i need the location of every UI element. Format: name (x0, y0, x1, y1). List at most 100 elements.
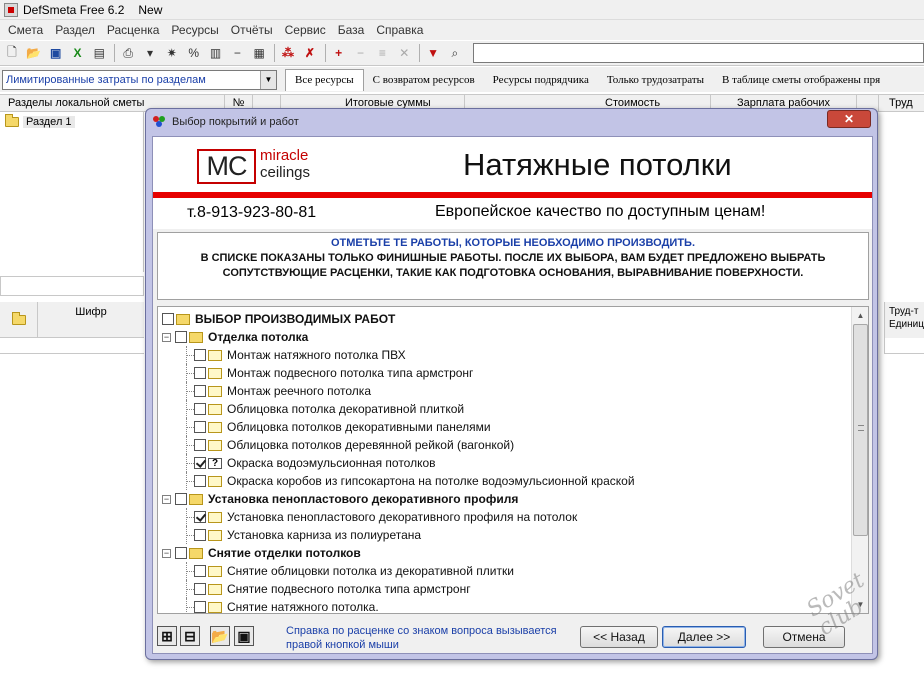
tree-item[interactable]: Снятие натяжного потолка. (180, 598, 868, 613)
star-new-icon[interactable]: ✷ (162, 43, 182, 63)
item-checkbox[interactable] (194, 529, 206, 541)
print-icon[interactable]: ⎙ (118, 43, 138, 63)
bar-chart-icon[interactable]: ▥ (206, 43, 226, 63)
menu-resursy[interactable]: Ресурсы (165, 23, 224, 37)
chevron-down-icon[interactable]: ▼ (260, 70, 276, 89)
scroll-thumb[interactable] (853, 324, 868, 536)
tab-labor-only[interactable]: Только трудозатраты (598, 69, 713, 91)
menu-otchety[interactable]: Отчёты (225, 23, 279, 37)
tree-item[interactable]: Снятие подвесного потолка типа армстронг (180, 580, 868, 598)
calculator-icon[interactable]: ▦ (249, 43, 269, 63)
col-labor[interactable]: Труд (879, 94, 924, 112)
hint-line1: Справка по расценке со знаком вопроса вы… (286, 625, 557, 637)
open-folder-icon[interactable]: 📂 (210, 626, 230, 646)
item-checkbox-checked[interactable] (194, 457, 206, 469)
collapse-all-icon[interactable]: ⊟ (180, 626, 200, 646)
menu-razdel[interactable]: Раздел (49, 23, 101, 37)
save-icon[interactable]: ▣ (46, 43, 66, 63)
group-checkbox[interactable] (175, 331, 187, 343)
remove-icon[interactable]: − (351, 43, 371, 63)
percent-icon[interactable]: % (184, 43, 204, 63)
tab-contractor-resources[interactable]: Ресурсы подрядчика (484, 69, 598, 91)
item-checkbox[interactable] (194, 601, 206, 613)
menu-baza[interactable]: База (332, 23, 371, 37)
item-checkbox[interactable] (194, 385, 206, 397)
tree-group[interactable]: − Установка пенопластового декоративного… (162, 490, 852, 508)
hint-line2: правой кнопкой мыши (286, 639, 399, 651)
menu-spravka[interactable]: Справка (370, 23, 429, 37)
group-label: Установка пенопластового декоративного п… (208, 492, 519, 506)
tree-item[interactable]: Облицовка потолков декоративными панелям… (180, 418, 868, 436)
edit-icon[interactable]: ≡ (372, 43, 392, 63)
bookmark-icon[interactable]: ▼ (423, 43, 443, 63)
add-icon[interactable]: + (329, 43, 349, 63)
item-checkbox[interactable] (194, 475, 206, 487)
tree-item[interactable]: ? Окраска водоэмульсионная потолков (180, 454, 868, 472)
binoculars-icon[interactable]: ⌕ (445, 43, 465, 63)
root-checkbox[interactable] (162, 313, 174, 325)
menu-smeta[interactable]: Смета (2, 23, 49, 37)
tree-item[interactable]: Монтаж натяжного потолка ПВХ (180, 346, 868, 364)
group-checkbox[interactable] (175, 547, 187, 559)
tree-item[interactable]: Монтаж подвесного потолка типа армстронг (180, 364, 868, 382)
scroll-up-icon[interactable]: ▲ (852, 307, 868, 324)
tree-item[interactable]: Облицовка потолков деревянной рейкой (ва… (180, 436, 868, 454)
dropdown-arrow-icon[interactable]: ▾ (140, 43, 160, 63)
col-code[interactable]: Шифр (38, 302, 144, 337)
table-row[interactable] (884, 338, 924, 354)
tree-group[interactable]: − Отделка потолка (162, 328, 852, 346)
item-checkbox[interactable] (194, 421, 206, 433)
item-checkbox[interactable] (194, 349, 206, 361)
collapse-icon[interactable]: − (162, 332, 171, 342)
menu-servis[interactable]: Сервис (279, 23, 332, 37)
tree-item[interactable]: Облицовка потолка декоративной плиткой (180, 400, 868, 418)
folder-icon (189, 547, 203, 559)
open-folder-icon[interactable]: 📂 (24, 43, 44, 63)
search-input[interactable] (472, 43, 924, 63)
filter-combo-value: Лимитированные затраты по разделам (6, 73, 206, 86)
tab-table-display[interactable]: В таблице сметы отображены пря (713, 69, 889, 91)
back-button[interactable]: << Назад (580, 626, 658, 648)
item-label: Установка пенопластового декоративного п… (227, 510, 578, 524)
question-icon[interactable]: ? (208, 457, 222, 469)
new-file-icon[interactable]: 🗋 (2, 43, 22, 63)
tree-item[interactable]: Снятие облицовки потолка из декоративной… (180, 562, 868, 580)
minus-icon[interactable]: − (227, 43, 247, 63)
tree-item[interactable]: Установка карниза из полиуретана (180, 526, 868, 544)
next-button[interactable]: Далее >> (662, 626, 746, 648)
tree-root[interactable]: ВЫБОР ПРОИЗВОДИМЫХ РАБОТ (162, 310, 852, 328)
collapse-icon[interactable]: − (162, 548, 171, 558)
tree-item[interactable]: Установка пенопластового декоративного п… (180, 508, 868, 526)
dialog-titlebar[interactable]: Выбор покрытий и работ (146, 109, 877, 135)
cross-icon[interactable]: ✗ (300, 43, 320, 63)
filter-combo[interactable]: Лимитированные затраты по разделам ▼ (2, 69, 277, 90)
collapse-icon[interactable]: − (162, 494, 171, 504)
tree-group[interactable]: − Снятие отделки потолков (162, 544, 852, 562)
resources-icon[interactable]: ⁂ (278, 43, 298, 63)
table-row[interactable] (0, 338, 144, 354)
section-item[interactable]: Раздел 1 (5, 114, 143, 128)
item-label: Облицовка потолков декоративными панелям… (227, 420, 491, 434)
item-checkbox-checked[interactable] (194, 511, 206, 523)
folder-icon (189, 493, 203, 505)
expand-all-icon[interactable]: ⊞ (157, 626, 177, 646)
close-doc-icon[interactable]: ▤ (89, 43, 109, 63)
tab-all-resources[interactable]: Все ресурсы (285, 68, 364, 91)
item-checkbox[interactable] (194, 583, 206, 595)
menu-rascenka[interactable]: Расценка (101, 23, 166, 37)
splitter-bar[interactable] (0, 276, 144, 296)
group-checkbox[interactable] (175, 493, 187, 505)
open-folder-icon[interactable] (0, 302, 38, 337)
tree-item[interactable]: Монтаж реечного потолка (180, 382, 868, 400)
item-checkbox[interactable] (194, 439, 206, 451)
tree-item[interactable]: Окраска коробов из гипсокартона на потол… (180, 472, 868, 490)
delete-icon[interactable]: ✕ (394, 43, 414, 63)
save-icon[interactable]: ▣ (234, 626, 254, 646)
tab-with-return[interactable]: С возвратом ресурсов (364, 69, 484, 91)
close-button[interactable]: ✕ (827, 110, 871, 128)
item-checkbox[interactable] (194, 565, 206, 577)
window-title: DefSmeta Free 6.2 (23, 2, 125, 17)
item-checkbox[interactable] (194, 403, 206, 415)
item-checkbox[interactable] (194, 367, 206, 379)
excel-icon[interactable]: X (68, 43, 88, 63)
